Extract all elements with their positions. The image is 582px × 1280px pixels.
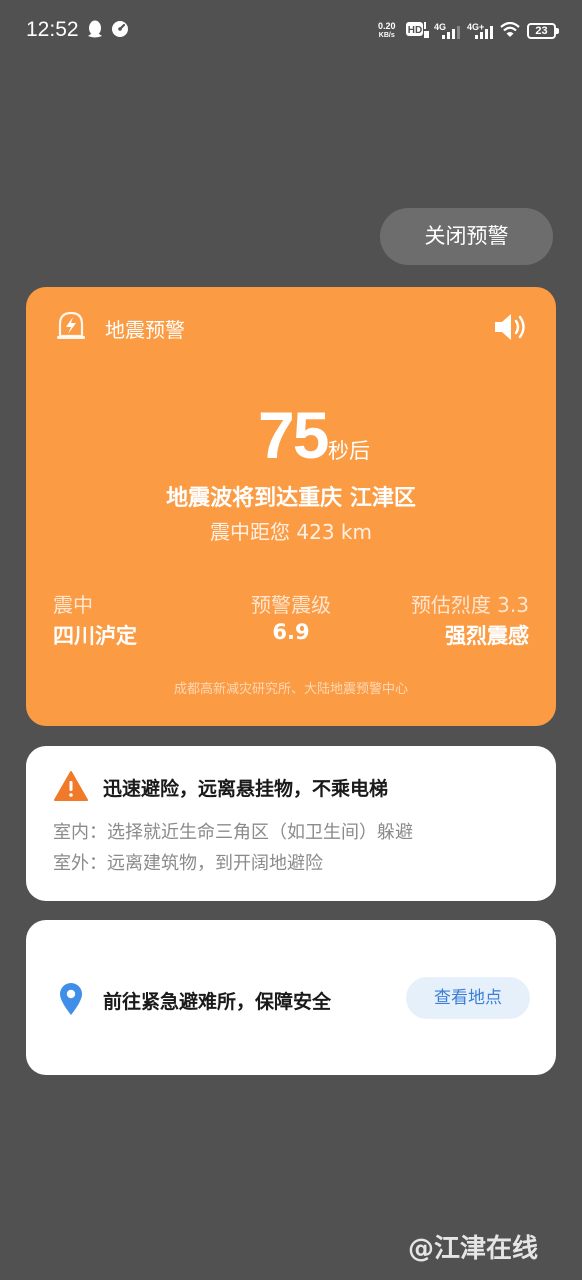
net-speed-value: 0.20 xyxy=(378,21,396,31)
warning-icon xyxy=(54,771,88,801)
watermark: @江津在线 xyxy=(408,1234,539,1264)
cellular-signal-1-icon: 4G xyxy=(434,22,460,39)
intensity-label: 预估烈度 3.3 xyxy=(410,593,529,617)
net-speed-unit: KB/s xyxy=(378,32,395,39)
shelter-text: 前往紧急避难所，保障安全 xyxy=(103,991,332,1013)
countdown-unit: 秒后 xyxy=(328,439,370,463)
data-source: 成都高新减灾研究所、大陆地震预警中心 xyxy=(173,682,408,697)
indoor-advice: 室内：选择就近生命三角区（如卫生间）躲避 xyxy=(53,822,413,843)
svg-text:HD: HD xyxy=(408,25,422,36)
network-speed: 0.20 KB/s xyxy=(378,22,396,40)
countdown-seconds: 75 xyxy=(258,398,329,472)
alert-title: 地震预警 xyxy=(105,318,185,342)
qq-icon xyxy=(88,20,102,38)
wifi-icon xyxy=(500,22,520,37)
countdown: 75 秒后 xyxy=(26,399,556,471)
arrival-text: 地震波将到达重庆 江津区 xyxy=(166,486,416,511)
earthquake-alert-card: 地震预警 75 秒后 地震波将到达重庆 江津区 震中距您 423 km 震中 四… xyxy=(26,287,556,726)
intensity-value: 强烈震感 xyxy=(445,624,529,648)
advice-title: 迅速避险，远离悬挂物，不乘电梯 xyxy=(103,778,389,800)
outdoor-advice: 室外：远离建筑物，到开阔地避险 xyxy=(53,853,323,874)
view-location-button[interactable]: 查看地点 xyxy=(406,977,530,1019)
close-warning-button[interactable]: 关闭预警 xyxy=(380,208,553,265)
location-pin-icon xyxy=(60,983,82,1015)
svg-text:4G+: 4G+ xyxy=(467,22,484,32)
status-bar: 12:52 0.20 KB/s HD 4G 4G+ 23 xyxy=(0,0,582,62)
svg-text:4G: 4G xyxy=(434,22,446,32)
epicenter-distance: 震中距您 423 km xyxy=(210,520,372,544)
hd-icon: HD xyxy=(406,22,429,38)
speedometer-icon xyxy=(112,21,128,37)
battery-indicator: 23 xyxy=(527,23,559,39)
status-time: 12:52 xyxy=(26,18,79,41)
shelter-card: 前往紧急避难所，保障安全 查看地点 xyxy=(26,920,556,1075)
safety-advice-card: 迅速避险，远离悬挂物，不乘电梯 室内：选择就近生命三角区（如卫生间）躲避 室外：… xyxy=(26,746,556,901)
alarm-lightning-icon xyxy=(57,311,85,339)
speaker-icon[interactable] xyxy=(493,311,529,343)
cellular-signal-2-icon: 4G+ xyxy=(467,22,493,39)
